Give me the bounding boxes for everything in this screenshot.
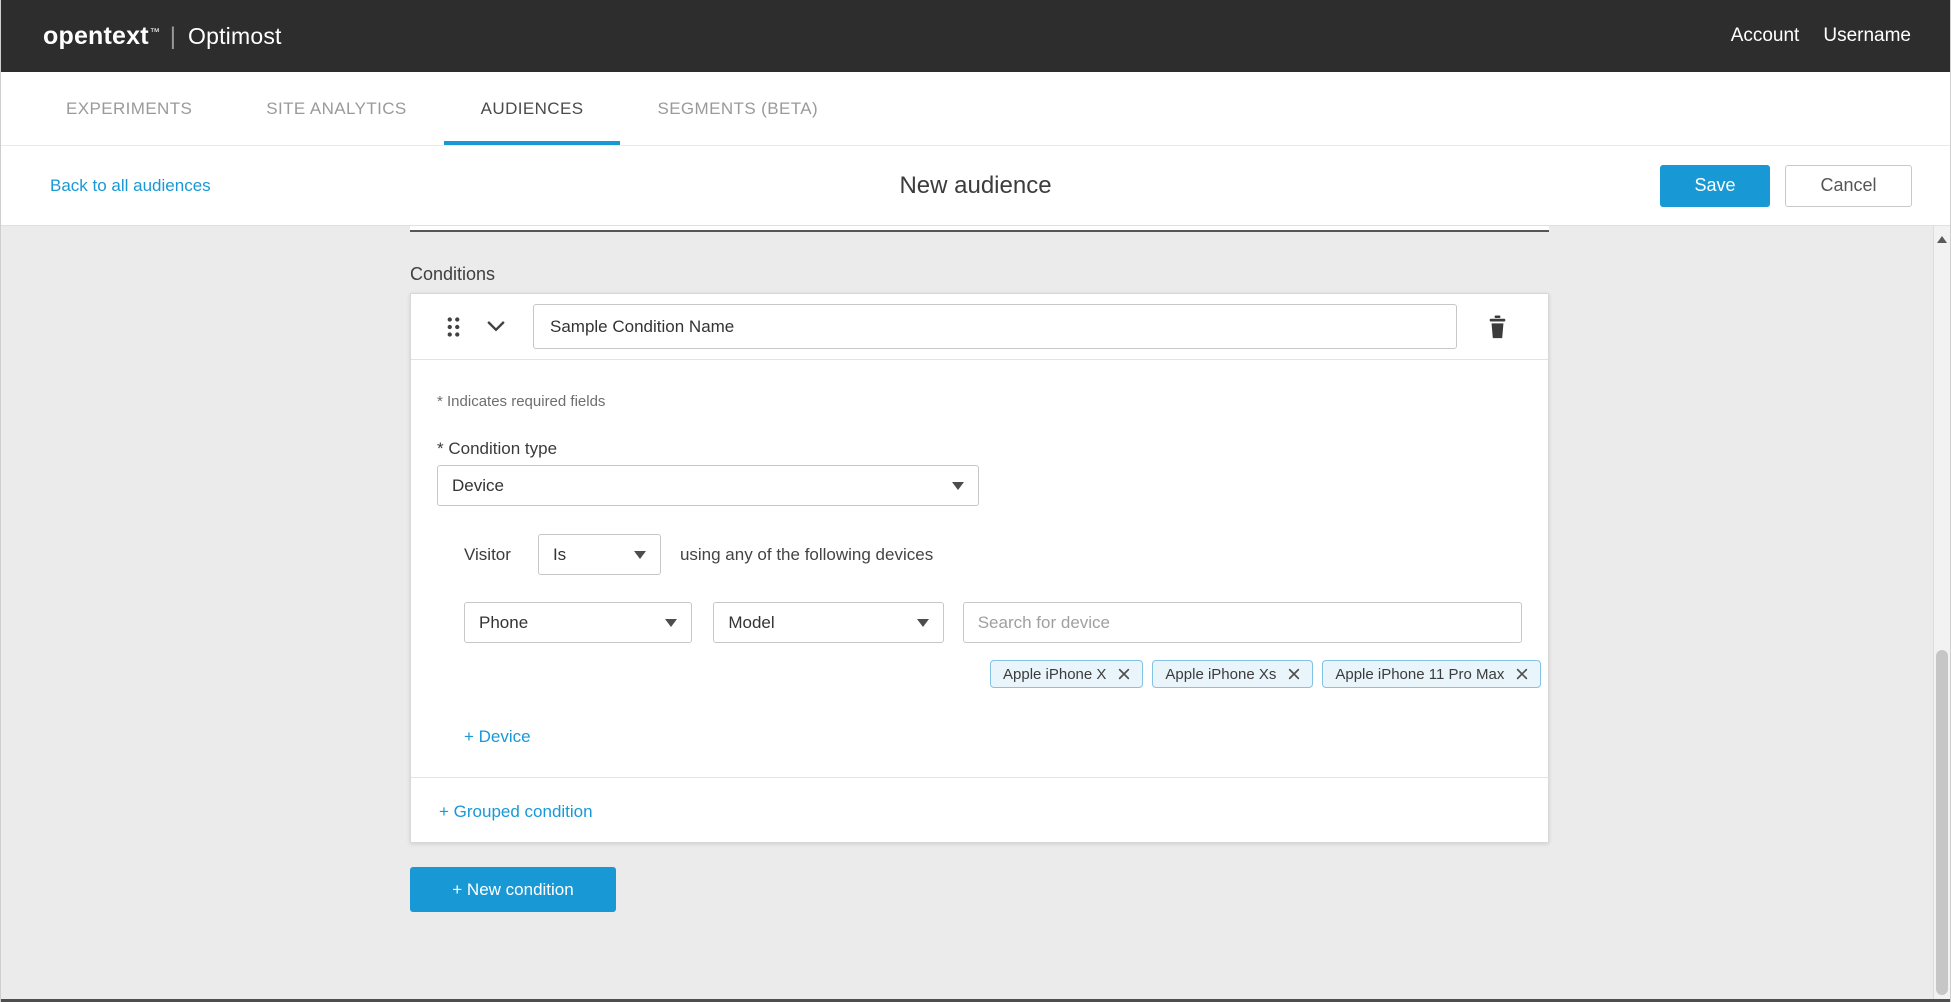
page-title: New audience <box>1 172 1950 200</box>
subheader-actions: Save Cancel <box>1660 165 1912 207</box>
topbar-right: Account Username <box>1731 25 1911 47</box>
content-area: Conditions <box>1 226 1950 999</box>
vertical-scrollbar[interactable] <box>1933 226 1950 999</box>
topbar: opentext ™ | Optimost Account Username <box>1 0 1950 72</box>
brand-name: opentext <box>43 22 149 51</box>
brand-divider: | <box>170 23 176 51</box>
close-icon <box>1516 668 1528 680</box>
subheader: Back to all audiences New audience Save … <box>1 146 1950 226</box>
condition-card-body: * Indicates required fields * Condition … <box>411 360 1548 747</box>
save-button[interactable]: Save <box>1660 165 1770 207</box>
brand-logo: opentext ™ | Optimost <box>43 22 282 51</box>
device-tag-label: Apple iPhone 11 Pro Max <box>1335 666 1504 683</box>
condition-card-header <box>411 294 1548 360</box>
remove-tag-button[interactable] <box>1288 668 1300 680</box>
trash-icon <box>1487 315 1508 339</box>
conditions-section-label: Conditions <box>410 264 1549 285</box>
chevron-down-icon <box>917 619 929 627</box>
previous-card-bottom-edge <box>410 226 1549 232</box>
scroll-up-arrow-icon[interactable] <box>1937 236 1947 243</box>
condition-type-value: Device <box>452 476 504 496</box>
device-tag-label: Apple iPhone Xs <box>1165 666 1276 683</box>
chevron-down-icon <box>665 619 677 627</box>
visitor-label: Visitor <box>464 545 511 565</box>
condition-name-input[interactable] <box>533 304 1457 349</box>
remove-tag-button[interactable] <box>1516 668 1528 680</box>
device-tag-label: Apple iPhone X <box>1003 666 1106 683</box>
account-menu[interactable]: Account <box>1731 25 1800 47</box>
condition-card: * Indicates required fields * Condition … <box>410 293 1549 843</box>
chevron-down-icon[interactable] <box>483 317 509 336</box>
condition-type-select[interactable]: Device <box>437 465 979 506</box>
operator-select[interactable]: Is <box>538 534 661 575</box>
device-criteria-row: Phone Model <box>464 602 1522 643</box>
attribute-select[interactable]: Model <box>713 602 943 643</box>
trademark-symbol: ™ <box>150 27 160 38</box>
device-tag: Apple iPhone X <box>990 660 1143 688</box>
username-menu[interactable]: Username <box>1823 25 1911 47</box>
cancel-button[interactable]: Cancel <box>1785 165 1912 207</box>
condition-card-footer: + Grouped condition <box>411 777 1548 842</box>
delete-condition-button[interactable] <box>1485 313 1510 341</box>
visitor-row: Visitor Is using any of the following de… <box>464 534 1522 575</box>
device-tag: Apple iPhone Xs <box>1152 660 1313 688</box>
chevron-down-icon <box>952 482 964 490</box>
condition-type-label: * Condition type <box>437 439 1522 459</box>
device-type-select[interactable]: Phone <box>464 602 692 643</box>
add-grouped-condition-link[interactable]: + Grouped condition <box>439 802 593 821</box>
device-type-value: Phone <box>479 613 528 633</box>
product-name: Optimost <box>188 23 282 50</box>
close-icon <box>1288 668 1300 680</box>
tab-segments-beta[interactable]: SEGMENTS (BETA) <box>620 72 855 145</box>
attribute-value: Model <box>728 613 774 633</box>
main-tabs: EXPERIMENTS SITE ANALYTICS AUDIENCES SEG… <box>1 72 1950 146</box>
new-condition-button[interactable]: + New condition <box>410 867 616 912</box>
close-icon <box>1118 668 1130 680</box>
add-device-link[interactable]: + Device <box>464 727 531 747</box>
tab-site-analytics[interactable]: SITE ANALYTICS <box>229 72 443 145</box>
chevron-down-icon <box>634 551 646 559</box>
remove-tag-button[interactable] <box>1118 668 1130 680</box>
operator-value: Is <box>553 545 566 565</box>
device-search-input[interactable] <box>963 602 1522 643</box>
drag-handle-icon[interactable] <box>442 312 465 342</box>
tab-audiences[interactable]: AUDIENCES <box>444 72 621 145</box>
app-window: opentext ™ | Optimost Account Username E… <box>0 0 1951 1002</box>
selected-devices-list: Apple iPhone X Apple iPhone Xs <box>990 660 1551 688</box>
clause-text: using any of the following devices <box>680 545 933 565</box>
device-tag: Apple iPhone 11 Pro Max <box>1322 660 1541 688</box>
scrollbar-thumb[interactable] <box>1936 650 1948 995</box>
required-fields-note: * Indicates required fields <box>437 393 1522 410</box>
tab-experiments[interactable]: EXPERIMENTS <box>29 72 229 145</box>
